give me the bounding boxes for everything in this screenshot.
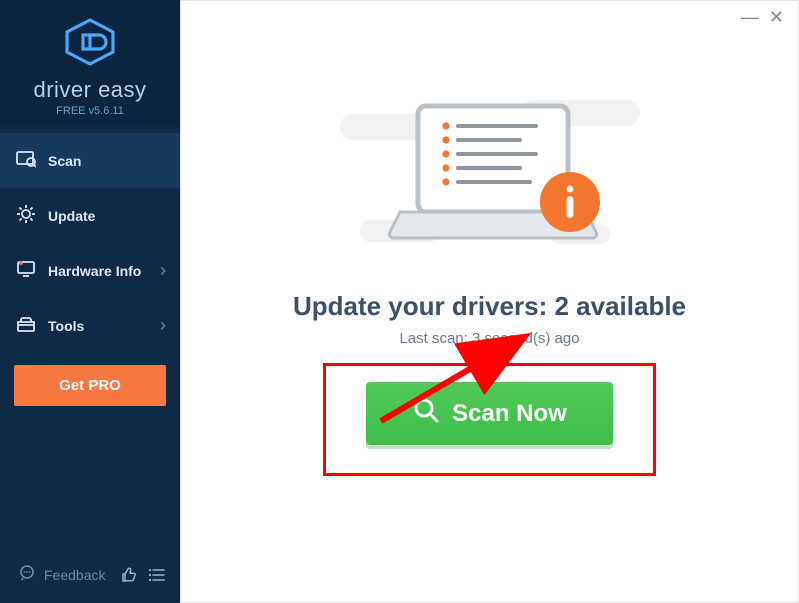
monitor-icon [16,259,36,282]
search-icon [412,396,440,431]
scan-highlight-box: Scan Now [323,363,656,476]
sidebar-item-label: Update [48,208,166,224]
main-content: Update your drivers: 2 available Last sc… [181,34,798,476]
sidebar-nav: Scan Update Hardware Info › Tools › [0,133,180,353]
main-panel: — ✕ [180,0,799,603]
sidebar: driver easy FREE v5.6.11 Scan Update Har… [0,0,180,603]
gear-icon [16,204,36,227]
titlebar: — ✕ [181,1,798,34]
like-icon[interactable] [120,566,138,584]
chevron-right-icon: › [160,260,166,281]
get-pro-button[interactable]: Get PRO [14,365,166,406]
laptop-illustration [330,92,650,267]
last-scan-text: Last scan: 3 second(s) ago [399,330,579,347]
toolbox-icon [16,314,36,337]
scan-now-button[interactable]: Scan Now [366,382,613,445]
scan-icon [16,149,36,172]
chat-icon [18,564,36,585]
brand-block: driver easy FREE v5.6.11 [0,0,180,127]
feedback-link[interactable]: Feedback [44,567,105,583]
chevron-right-icon: › [160,315,166,336]
scan-button-label: Scan Now [452,400,567,428]
menu-icon[interactable] [148,566,166,584]
sidebar-item-hardware-info[interactable]: Hardware Info › [0,243,180,298]
close-button[interactable]: ✕ [769,7,784,28]
sidebar-item-label: Hardware Info [48,263,160,279]
headline-text: Update your drivers: 2 available [293,291,686,322]
sidebar-bottom-bar: Feedback [0,552,180,603]
logo-icon [63,53,117,70]
sidebar-item-update[interactable]: Update [0,188,180,243]
sidebar-item-label: Tools [48,318,160,334]
sidebar-item-label: Scan [48,153,166,169]
sidebar-item-scan[interactable]: Scan [0,133,180,188]
sidebar-item-tools[interactable]: Tools › [0,298,180,353]
minimize-button[interactable]: — [741,7,759,28]
app-name: driver easy [0,77,180,103]
app-version: FREE v5.6.11 [0,105,180,117]
